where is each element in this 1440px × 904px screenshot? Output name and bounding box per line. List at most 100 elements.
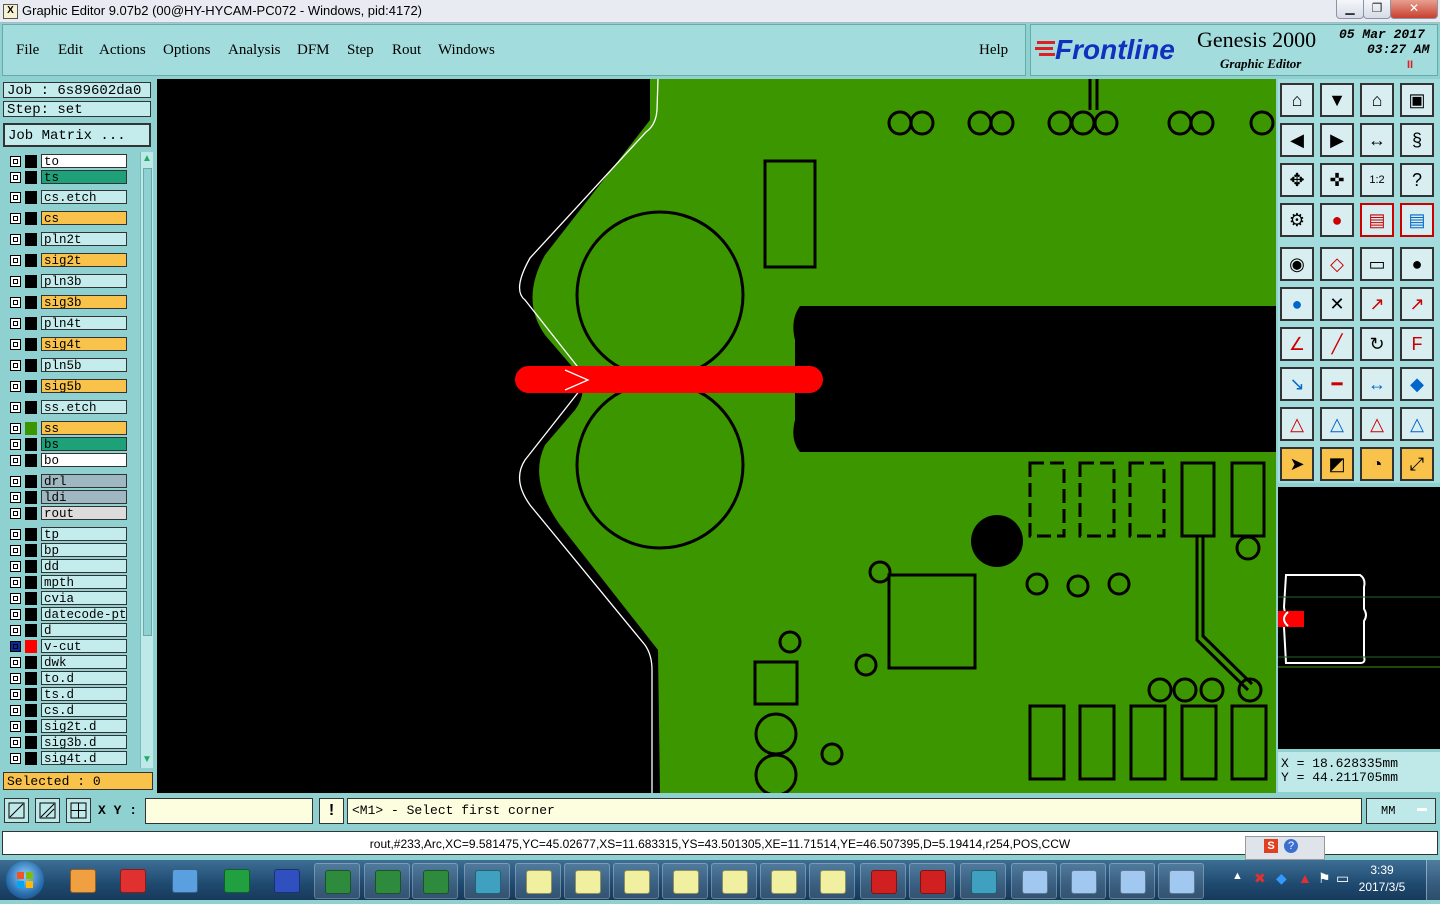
layer-checkbox[interactable] (10, 673, 21, 684)
minimize-button[interactable]: ▁ (1336, 0, 1364, 19)
layer-checkbox[interactable] (10, 439, 21, 450)
ime-toolbar[interactable]: S ? (1245, 836, 1325, 860)
layer-row[interactable]: ldi (7, 490, 127, 505)
layer-name[interactable]: tp (41, 527, 127, 541)
layer-row[interactable]: cs.d (7, 703, 127, 718)
layer-checkbox[interactable] (10, 234, 21, 245)
overview-map[interactable] (1278, 487, 1440, 749)
query-icon[interactable]: ? (1400, 163, 1434, 197)
layer-color-swatch[interactable] (25, 720, 37, 733)
net-icon[interactable]: ● (1280, 287, 1314, 321)
layer-list-scrollbar[interactable]: ▲ ▼ (140, 152, 153, 768)
flag-icon[interactable]: ⚑ (1318, 870, 1331, 887)
layer-name[interactable]: mpth (41, 575, 127, 589)
eye-icon[interactable] (464, 863, 510, 899)
layer-checkbox[interactable] (10, 609, 21, 620)
layer-name[interactable]: dd (41, 559, 127, 573)
menu-windows[interactable]: Windows (438, 42, 495, 59)
pdf-icon[interactable] (860, 863, 906, 899)
layer-name[interactable]: cs.etch (41, 190, 127, 204)
window-icon[interactable]: ▣ (1400, 83, 1434, 117)
layer-name[interactable]: bo (41, 453, 127, 467)
layer-row[interactable]: sig4t (7, 337, 127, 352)
triangle-blue-icon[interactable]: △ (1400, 407, 1434, 441)
layer-color-swatch[interactable] (25, 155, 37, 168)
layer-checkbox[interactable] (10, 156, 21, 167)
measure-icon[interactable]: ↔ (1360, 367, 1394, 401)
layer-name[interactable]: cvia (41, 591, 127, 605)
arc-icon[interactable]: ↻ (1360, 327, 1394, 361)
network-icon[interactable]: ✖ (1254, 870, 1266, 887)
layer-checkbox[interactable] (10, 297, 21, 308)
layer-checkbox[interactable] (10, 423, 21, 434)
layer-checkbox[interactable] (10, 625, 21, 636)
layer-row[interactable]: d (7, 623, 127, 638)
layer-checkbox[interactable] (10, 753, 21, 764)
zoom-center-icon[interactable]: ✜ (1320, 163, 1354, 197)
layer-row[interactable]: pln3b (7, 274, 127, 289)
layer-color-swatch[interactable] (25, 544, 37, 557)
layer-color-swatch[interactable] (25, 656, 37, 669)
genesis-icon[interactable] (760, 863, 806, 899)
explorer-icon[interactable] (1109, 863, 1155, 899)
home-icon[interactable]: ⌂ (1280, 83, 1314, 117)
layer-color-swatch[interactable] (25, 640, 37, 653)
layer-color-swatch[interactable] (25, 191, 37, 204)
layer-color-swatch[interactable] (25, 275, 37, 288)
layers-red-icon[interactable]: ▤ (1360, 203, 1394, 237)
layer-name[interactable]: sig2t (41, 253, 127, 267)
layer-color-swatch[interactable] (25, 491, 37, 504)
layer-row[interactable]: drl (7, 474, 127, 489)
layer-color-swatch[interactable] (25, 592, 37, 605)
tools-icon[interactable]: ⚙ (1280, 203, 1314, 237)
genesis-icon[interactable] (564, 863, 610, 899)
layer-color-swatch[interactable] (25, 438, 37, 451)
job-matrix-button[interactable]: Job Matrix ... (3, 123, 151, 147)
layer-color-swatch[interactable] (25, 212, 37, 225)
layer-name[interactable]: sig3b (41, 295, 127, 309)
layer-row[interactable]: ts.d (7, 687, 127, 702)
layers-blue-icon[interactable]: ▤ (1400, 203, 1434, 237)
triangle-up-icon[interactable]: △ (1320, 407, 1354, 441)
layer-row[interactable]: ss (7, 421, 127, 436)
layer-row[interactable]: rout (7, 506, 127, 521)
building-icon[interactable]: ⌂ (1360, 83, 1394, 117)
menu-options[interactable]: Options (163, 42, 211, 59)
cross-icon[interactable]: ✕ (1320, 287, 1354, 321)
browser-icon[interactable]: ◆ (1276, 870, 1287, 887)
layer-name[interactable]: ldi (41, 490, 127, 504)
tray-expand-icon[interactable]: ▲ (1232, 870, 1243, 882)
layer-name[interactable]: d (41, 623, 127, 637)
layer-color-swatch[interactable] (25, 296, 37, 309)
select-path-icon[interactable]: ⤢ (1400, 447, 1434, 481)
layer-row[interactable]: cs (7, 211, 127, 226)
step-right-icon[interactable]: ▶ (1320, 123, 1354, 157)
scale-icon[interactable]: 1:2 (1360, 163, 1394, 197)
route-icon[interactable]: ↗ (1400, 287, 1434, 321)
group-icon[interactable]: ◆ (1400, 367, 1434, 401)
layer-checkbox[interactable] (10, 577, 21, 588)
scroll-thumb[interactable] (143, 168, 152, 636)
layer-color-swatch[interactable] (25, 254, 37, 267)
layer-color-swatch[interactable] (25, 380, 37, 393)
layer-row[interactable]: datecode-pt (7, 607, 127, 622)
layer-name[interactable]: datecode-pt (41, 607, 127, 621)
layer-color-swatch[interactable] (25, 507, 37, 520)
layer-row[interactable]: tp (7, 527, 127, 542)
explorer-icon[interactable] (1011, 863, 1057, 899)
layer-checkbox[interactable] (10, 255, 21, 266)
scroll-down-icon[interactable]: ▼ (142, 754, 152, 766)
alert-icon[interactable]: ! (319, 798, 344, 824)
line-icon[interactable]: ╱ (1320, 327, 1354, 361)
layer-checkbox[interactable] (10, 276, 21, 287)
grid-icon[interactable] (66, 798, 91, 823)
angle-icon[interactable]: ∠ (1280, 327, 1314, 361)
snap-icon[interactable] (35, 798, 60, 823)
explorer-icon[interactable] (1158, 863, 1204, 899)
layer-row[interactable]: sig3b (7, 295, 127, 310)
layer-color-swatch[interactable] (25, 233, 37, 246)
viewer-icon[interactable] (960, 863, 1006, 899)
layer-checkbox[interactable] (10, 737, 21, 748)
layer-name[interactable]: v-cut (41, 639, 127, 653)
app-g-icon[interactable] (110, 863, 154, 897)
